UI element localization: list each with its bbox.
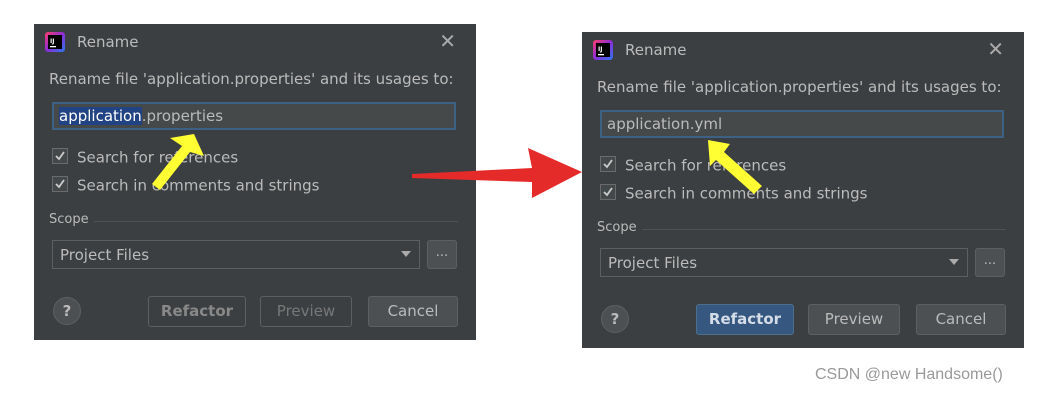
scope-select[interactable]: Project Files — [600, 248, 968, 277]
new-name-input[interactable]: application.yml — [600, 110, 1004, 138]
checkbox-checked-icon[interactable] — [600, 183, 616, 200]
rename-prompt: Rename file 'application.properties' and… — [49, 70, 454, 88]
close-icon[interactable]: ✕ — [987, 39, 1004, 59]
chevron-down-icon — [401, 251, 411, 257]
refactor-button[interactable]: Refactor — [696, 304, 794, 335]
divider — [642, 229, 1006, 230]
dialog-titlebar: IJ Rename ✕ — [34, 24, 476, 60]
help-button[interactable]: ? — [53, 297, 81, 325]
unselected-text: application.yml — [607, 115, 723, 133]
scope-value: Project Files — [608, 254, 698, 272]
refactor-button[interactable]: Refactor — [148, 296, 246, 327]
preview-button[interactable]: Preview — [808, 304, 900, 335]
rename-prompt: Rename file 'application.properties' and… — [597, 78, 1002, 96]
dialog-title: Rename — [77, 33, 139, 51]
scope-value: Project Files — [60, 246, 150, 264]
scope-label: Scope — [597, 220, 637, 235]
svg-text:IJ: IJ — [598, 46, 602, 53]
dialog-titlebar: IJ Rename ✕ — [582, 32, 1024, 68]
unselected-text: .properties — [141, 107, 224, 125]
browse-scope-button[interactable]: ... — [975, 248, 1005, 277]
chevron-down-icon — [949, 259, 959, 265]
cancel-button[interactable]: Cancel — [368, 296, 458, 327]
new-name-input[interactable]: application.properties — [52, 102, 456, 130]
preview-button[interactable]: Preview — [260, 296, 352, 327]
close-icon[interactable]: ✕ — [439, 31, 456, 51]
scope-label: Scope — [49, 212, 89, 227]
help-button[interactable]: ? — [601, 305, 629, 333]
cancel-button[interactable]: Cancel — [916, 304, 1006, 335]
watermark: CSDN @new Handsome() — [815, 366, 1003, 383]
rename-dialog-after: IJ Rename ✕ Rename file 'application.pro… — [582, 32, 1024, 348]
annotation-arrow-icon — [412, 148, 582, 198]
rename-dialog-before: IJ Rename ✕ Rename file 'application.pro… — [34, 24, 476, 340]
annotation-pointer-icon — [152, 134, 204, 190]
checkbox-checked-icon[interactable] — [600, 155, 616, 172]
divider — [94, 221, 458, 222]
selected-text: application — [59, 107, 142, 125]
checkbox-checked-icon[interactable] — [52, 147, 68, 164]
svg-text:IJ: IJ — [50, 38, 54, 45]
browse-scope-button[interactable]: ... — [427, 240, 457, 269]
intellij-app-icon: IJ — [45, 32, 65, 52]
annotation-pointer-icon — [708, 140, 762, 194]
scope-select[interactable]: Project Files — [52, 240, 420, 269]
intellij-app-icon: IJ — [593, 40, 613, 60]
checkbox-checked-icon[interactable] — [52, 175, 68, 192]
dialog-title: Rename — [625, 41, 687, 59]
